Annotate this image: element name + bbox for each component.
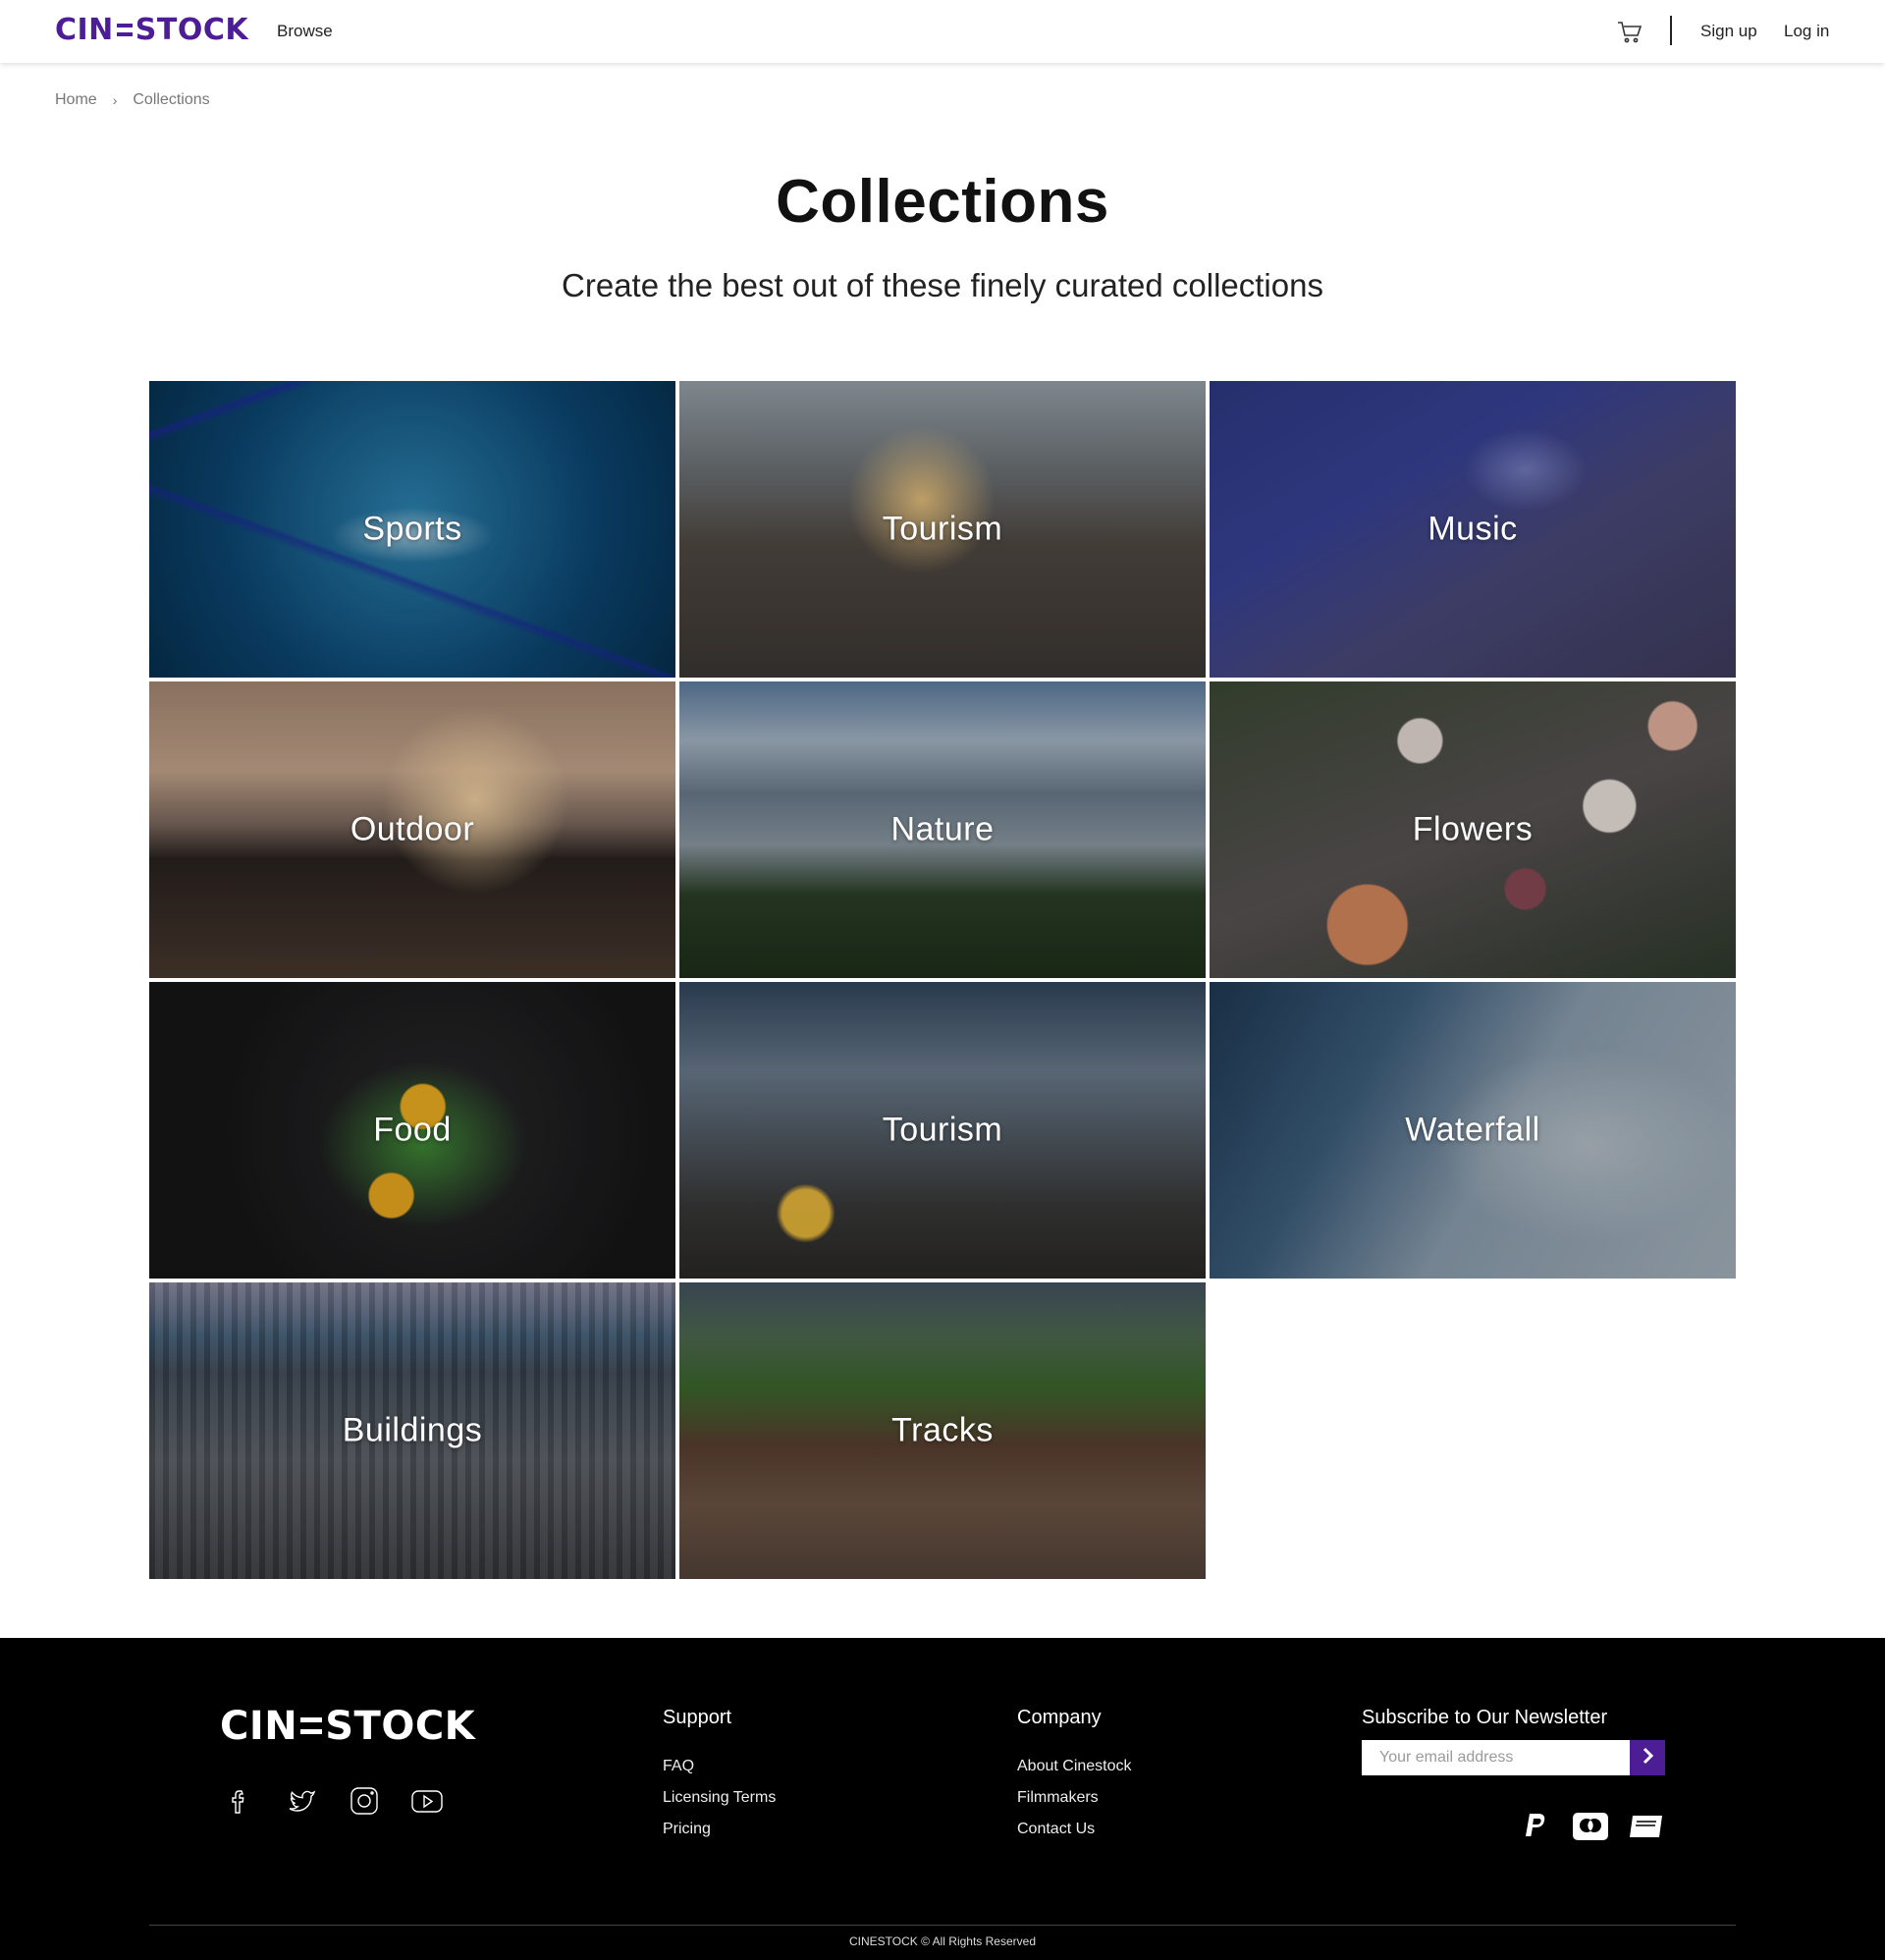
breadcrumb-current: Collections bbox=[133, 91, 210, 108]
youtube-icon[interactable] bbox=[409, 1783, 445, 1819]
facebook-icon[interactable] bbox=[222, 1783, 257, 1819]
collection-label: Flowers bbox=[1412, 810, 1534, 848]
collection-label: Nature bbox=[890, 810, 995, 848]
mastercard-icon bbox=[1573, 1812, 1608, 1841]
collection-label: Food bbox=[373, 1111, 452, 1149]
collection-tile-buildings[interactable]: Buildings bbox=[149, 1282, 675, 1579]
collection-tile-tracks[interactable]: Tracks bbox=[679, 1282, 1206, 1579]
paypal-icon bbox=[1524, 1812, 1549, 1841]
logo-text-right: STOCK bbox=[325, 1704, 476, 1749]
collection-label: Outdoor bbox=[350, 810, 475, 848]
collection-tile-waterfall[interactable]: Waterfall bbox=[1210, 982, 1736, 1279]
page-subtitle: Create the best out of these finely cura… bbox=[562, 267, 1323, 303]
faq-link[interactable]: FAQ bbox=[663, 1758, 694, 1775]
logo-mark bbox=[116, 20, 134, 41]
contact-link[interactable]: Contact Us bbox=[1017, 1821, 1095, 1838]
browse-link[interactable]: Browse bbox=[277, 22, 333, 41]
chevron-right-icon: › bbox=[112, 92, 118, 108]
collection-label: Sports bbox=[362, 510, 462, 548]
filmmakers-link[interactable]: Filmmakers bbox=[1017, 1789, 1099, 1807]
collection-tile-outdoor[interactable]: Outdoor bbox=[149, 681, 675, 978]
collection-label: Waterfall bbox=[1405, 1111, 1540, 1149]
pricing-link[interactable]: Pricing bbox=[663, 1821, 711, 1838]
top-navbar: CIN STOCK Browse Sign up Log in bbox=[0, 0, 1885, 63]
newsletter-email-input[interactable] bbox=[1362, 1740, 1630, 1775]
collection-label: Music bbox=[1427, 510, 1518, 548]
footer-divider bbox=[149, 1925, 1736, 1926]
instagram-icon[interactable] bbox=[347, 1783, 382, 1819]
newsletter-title: Subscribe to Our Newsletter bbox=[1362, 1707, 1608, 1728]
collections-grid: Sports Tourism Music Outdoor Nature Flow… bbox=[149, 381, 1736, 1579]
collection-tile-tourism-2[interactable]: Tourism bbox=[679, 982, 1206, 1279]
header-divider bbox=[1670, 16, 1672, 45]
logo-mark bbox=[299, 1713, 323, 1740]
licensing-terms-link[interactable]: Licensing Terms bbox=[663, 1789, 776, 1807]
collection-label: Buildings bbox=[342, 1411, 483, 1449]
breadcrumb: Home › Collections bbox=[55, 91, 210, 109]
breadcrumb-home[interactable]: Home bbox=[55, 91, 97, 109]
logo-text-left: CIN bbox=[55, 13, 114, 47]
footer: CIN STOCK Support FAQ Licensing Terms Pr… bbox=[0, 1638, 1885, 1960]
twitter-icon[interactable] bbox=[284, 1783, 319, 1819]
footer-logo[interactable]: CIN STOCK bbox=[220, 1705, 475, 1748]
support-title: Support bbox=[663, 1707, 732, 1728]
logo-text-right: STOCK bbox=[135, 13, 249, 47]
collection-label: Tourism bbox=[882, 1111, 1003, 1149]
newsletter-submit-button[interactable] bbox=[1630, 1740, 1665, 1775]
signup-link[interactable]: Sign up bbox=[1700, 22, 1757, 41]
cart-icon[interactable] bbox=[1616, 18, 1643, 45]
chevron-right-icon bbox=[1640, 1747, 1655, 1769]
collection-label: Tourism bbox=[882, 510, 1003, 548]
collection-tile-flowers[interactable]: Flowers bbox=[1210, 681, 1736, 978]
logo-text-left: CIN bbox=[220, 1704, 298, 1749]
collection-tile-tourism[interactable]: Tourism bbox=[679, 381, 1206, 678]
login-link[interactable]: Log in bbox=[1784, 22, 1829, 41]
collection-tile-nature[interactable]: Nature bbox=[679, 681, 1206, 978]
unionpay-icon bbox=[1629, 1812, 1664, 1841]
collection-label: Tracks bbox=[891, 1411, 994, 1449]
logo[interactable]: CIN STOCK bbox=[55, 14, 248, 47]
about-link[interactable]: About Cinestock bbox=[1017, 1758, 1132, 1775]
page-title: Collections bbox=[776, 168, 1109, 236]
collection-tile-music[interactable]: Music bbox=[1210, 381, 1736, 678]
company-title: Company bbox=[1017, 1707, 1102, 1728]
collection-tile-sports[interactable]: Sports bbox=[149, 381, 675, 678]
collection-tile-food[interactable]: Food bbox=[149, 982, 675, 1279]
copyright-text: CINESTOCK © All Rights Reserved bbox=[848, 1934, 1036, 1948]
